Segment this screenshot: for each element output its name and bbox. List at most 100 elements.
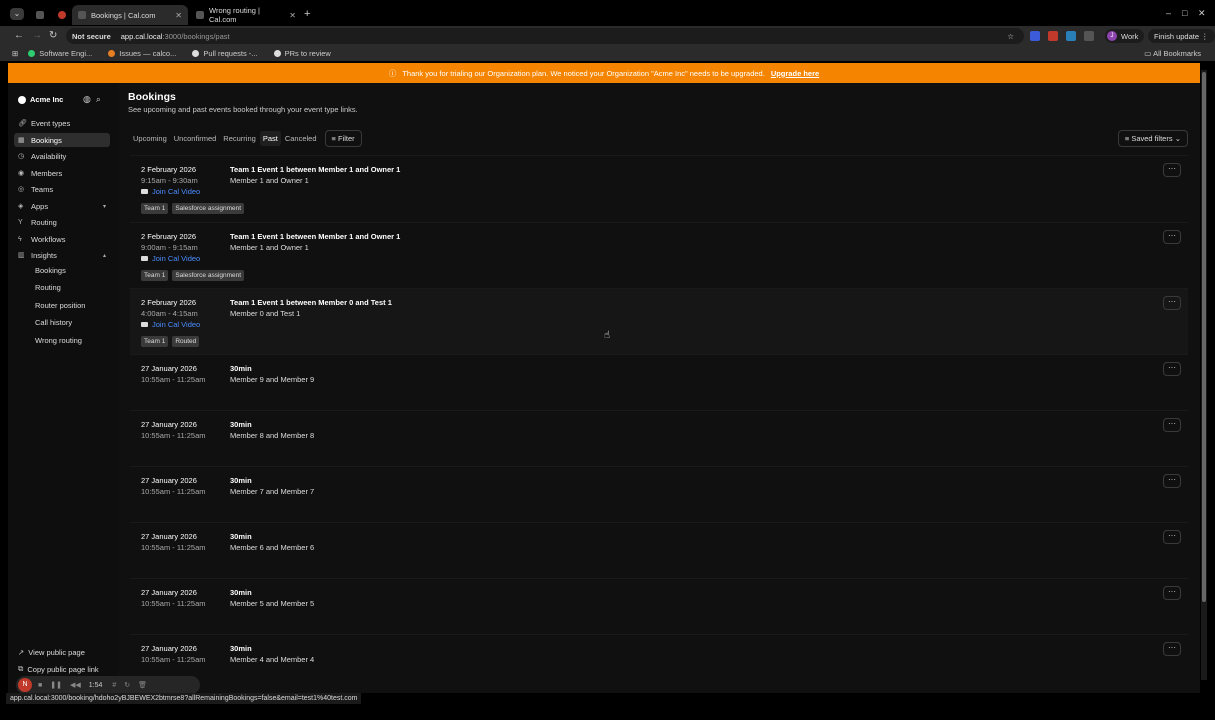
org-switcher[interactable]: Acme Inc (18, 95, 63, 104)
more-options-button[interactable]: ··· (1163, 586, 1181, 600)
bookmark-favicon-icon (28, 50, 36, 57)
bookmark-item[interactable]: Pull requests -... (192, 49, 258, 58)
more-options-button[interactable]: ··· (1163, 418, 1181, 432)
support-icon[interactable]: ◍ (83, 94, 91, 104)
filter-button[interactable]: ≡ Filter (324, 130, 362, 147)
sidebar-item-workflows[interactable]: ϟ Workflows (14, 232, 110, 246)
bookmark-item[interactable]: Issues — calco... (108, 49, 176, 58)
booking-row[interactable]: 27 January 2026 10:55am - 11:25am 30min … (130, 410, 1188, 466)
sidebar-item-members[interactable]: ◉ Members (14, 166, 110, 180)
tab-recurring[interactable]: Recurring (220, 131, 259, 146)
extension-icon[interactable] (1048, 31, 1058, 41)
sidebar-subitem-wrong-routing[interactable]: Wrong routing (35, 336, 82, 345)
sidebar-item-apps[interactable]: ◈ Apps ▾ (14, 199, 110, 213)
tab-wrong-routing[interactable]: Wrong routing | Cal.com ✕ (190, 5, 302, 25)
more-options-button[interactable]: ··· (1163, 474, 1181, 488)
rewind-icon[interactable]: ◀◀ (70, 681, 81, 689)
tab-past[interactable]: Past (259, 131, 281, 146)
all-bookmarks-button[interactable]: ▭ All Bookmarks (1144, 49, 1201, 58)
booking-row[interactable]: 27 January 2026 10:55am - 11:25am 30min … (130, 466, 1188, 522)
profile-button[interactable]: J Work (1105, 29, 1145, 43)
more-options-button[interactable]: ··· (1163, 362, 1181, 376)
sidebar-item-insights[interactable]: ▥ Insights ▴ (14, 248, 110, 262)
tab-bookings[interactable]: Bookings | Cal.com ✕ (72, 5, 188, 25)
sidebar-subitem-router-position[interactable]: Router position (35, 301, 85, 310)
more-options-button[interactable]: ··· (1163, 230, 1181, 244)
not-secure-warning[interactable]: Not secure (72, 32, 111, 41)
tab-unconfirmed[interactable]: Unconfirmed (171, 131, 220, 146)
bookmarks-bar: ⊞ Software Engi... Issues — calco... Pul… (0, 46, 1215, 61)
booking-row[interactable]: 2 February 2026 9:15am - 9:30am Join Cal… (130, 155, 1188, 222)
grid-icon[interactable]: # (112, 682, 116, 689)
booking-time: 9:00am - 9:15am (141, 243, 198, 252)
stop-icon[interactable]: ■ (38, 682, 42, 689)
booking-row[interactable]: 2 February 2026 9:00am - 9:15am Join Cal… (130, 222, 1188, 288)
bookmark-item[interactable]: Software Engi... (28, 49, 92, 58)
copy-public-page-link[interactable]: ⧉ Copy public page link (18, 664, 99, 674)
address-bar[interactable]: Not secure app.cal.local :3000/bookings/… (66, 28, 1024, 44)
sidebar-subitem-routing[interactable]: Routing (35, 283, 61, 292)
github-icon (192, 50, 200, 57)
booking-row[interactable]: 27 January 2026 10:55am - 11:25am 30min … (130, 522, 1188, 578)
scrollbar-thumb[interactable] (1202, 72, 1206, 602)
apps-grid-icon[interactable]: ⊞ (12, 49, 18, 58)
booking-attendees: Member 5 and Member 5 (230, 599, 315, 608)
tab-title: Bookings | Cal.com (91, 10, 156, 20)
sidebar-subitem-call-history[interactable]: Call history (35, 318, 72, 327)
booking-date: 27 January 2026 (141, 420, 197, 429)
booking-row[interactable]: 2 February 2026 4:00am - 4:15am Join Cal… (130, 288, 1188, 354)
maximize-icon[interactable]: □ (1182, 8, 1187, 18)
booking-row[interactable]: 27 January 2026 10:55am - 11:25am 30min … (130, 634, 1188, 690)
booking-row[interactable]: 27 January 2026 10:55am - 11:25am 30min … (130, 578, 1188, 634)
minimize-icon[interactable]: – (1166, 8, 1171, 18)
more-options-button[interactable]: ··· (1163, 163, 1181, 177)
chevron-down-icon: ▾ (102, 203, 106, 210)
forward-icon[interactable]: → (32, 30, 42, 41)
close-tab-icon[interactable]: ✕ (175, 11, 182, 20)
scrollbar[interactable] (1201, 70, 1207, 680)
sidebar-item-event-types[interactable]: 🔗︎ Event types (14, 116, 110, 130)
main-content: Bookings See upcoming and past events bo… (128, 83, 1190, 693)
recording-tab[interactable] (52, 5, 68, 25)
window-close-icon[interactable]: ✕ (1198, 8, 1206, 19)
extension-icon[interactable] (1066, 31, 1076, 41)
close-tab-icon[interactable]: ✕ (289, 11, 296, 20)
bookmark-item[interactable]: PRs to review (273, 49, 331, 58)
search-icon[interactable]: ⌕ (96, 94, 101, 104)
link-icon: 🔗︎ (18, 120, 27, 127)
booking-time: 10:55am - 11:25am (141, 487, 206, 496)
extension-icon[interactable] (1030, 31, 1040, 41)
reload-icon[interactable]: ↻ (49, 30, 57, 41)
sidebar-item-teams[interactable]: ◎ Teams (14, 182, 110, 196)
more-options-button[interactable]: ··· (1163, 296, 1181, 310)
join-video-link[interactable]: Join Cal Video (141, 187, 200, 196)
finish-update-button[interactable]: Finish update ⋮ (1148, 29, 1215, 43)
join-video-link[interactable]: Join Cal Video (141, 254, 200, 263)
view-public-page-link[interactable]: ↗ View public page (18, 648, 85, 657)
sidebar-item-bookings[interactable]: ▦ Bookings (14, 133, 110, 147)
trash-icon[interactable]: 🗑︎ (138, 681, 147, 689)
app-container: Acme Inc ◍ ⌕ 🔗︎ Event types ▦ Bookings ◷ Av… (8, 83, 1200, 693)
bookmark-star-icon[interactable]: ☆ (1007, 32, 1014, 41)
tab-search-button[interactable]: ⌄ (10, 8, 24, 20)
sidebar-item-availability[interactable]: ◷ Availability (14, 149, 110, 163)
tab-canceled[interactable]: Canceled (282, 131, 320, 146)
sidebar-item-routing[interactable]: Y Routing (14, 215, 110, 229)
tab-upcoming[interactable]: Upcoming (130, 131, 170, 146)
upgrade-link[interactable]: Upgrade here (771, 69, 819, 78)
recorder-avatar[interactable]: N (18, 678, 32, 692)
badge: Team 1 (141, 270, 169, 281)
sidebar-subitem-bookings[interactable]: Bookings (35, 266, 66, 275)
more-options-button[interactable]: ··· (1163, 530, 1181, 544)
booking-row[interactable]: 27 January 2026 10:55am - 11:25am 30min … (130, 354, 1188, 410)
join-video-link[interactable]: Join Cal Video (141, 320, 200, 329)
back-icon[interactable]: ← (14, 30, 24, 41)
restart-icon[interactable]: ↻ (124, 681, 130, 689)
footer-label: View public page (28, 648, 85, 657)
new-tab-button[interactable]: + (304, 8, 310, 20)
saved-filters-button[interactable]: ≡ Saved filters ⌄ (1117, 130, 1188, 147)
extensions-puzzle-icon[interactable] (1084, 31, 1094, 41)
more-options-button[interactable]: ··· (1163, 642, 1181, 656)
pinned-tab[interactable] (30, 5, 50, 25)
pause-icon[interactable]: ❚❚ (50, 681, 62, 689)
